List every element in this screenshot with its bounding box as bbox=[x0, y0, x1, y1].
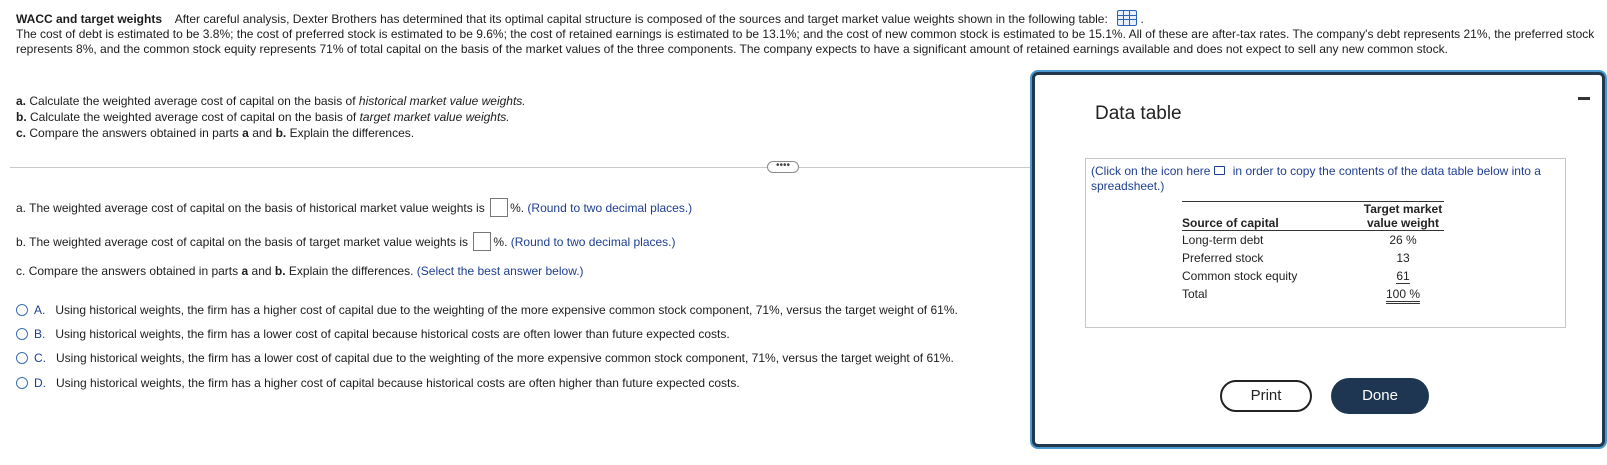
part-a-text: Calculate the weighted average cost of c… bbox=[29, 94, 356, 108]
option-c-letter: C. bbox=[34, 351, 46, 365]
option-a-text: Using historical weights, the firm has a… bbox=[55, 303, 958, 317]
question-c-prefix: c. bbox=[16, 264, 26, 278]
question-c-and: and bbox=[251, 264, 272, 278]
question-a-suffix: %. bbox=[510, 201, 525, 215]
minimize-icon[interactable] bbox=[1578, 97, 1590, 100]
part-a: a. Calculate the weighted average cost o… bbox=[16, 93, 526, 109]
option-b-letter: B. bbox=[34, 327, 46, 341]
option-b-text: Using historical weights, the firm has a… bbox=[55, 327, 730, 341]
row-weight-value: 61 bbox=[1396, 269, 1410, 284]
table-row: Long-term debt 26 % bbox=[1182, 231, 1444, 250]
question-c-text2: Explain the differences. bbox=[288, 264, 414, 278]
table-row: Preferred stock 13 bbox=[1182, 249, 1444, 267]
radio-option-b[interactable] bbox=[16, 328, 28, 340]
answer-b-input[interactable] bbox=[473, 232, 492, 251]
print-button[interactable]: Print bbox=[1220, 380, 1312, 412]
copy-note: (Click on the icon here in order to copy… bbox=[1091, 164, 1551, 194]
question-b-prefix: b. bbox=[16, 235, 27, 249]
section-divider bbox=[10, 167, 1035, 168]
part-b-emphasis: target market value weights. bbox=[359, 110, 510, 124]
col-header-weight-2: value weight bbox=[1362, 216, 1444, 231]
option-a-letter: A. bbox=[34, 303, 46, 317]
answer-a-input[interactable] bbox=[490, 198, 509, 217]
col-header-source: Source of capital bbox=[1182, 201, 1362, 231]
question-c-hint: (Select the best answer below.) bbox=[416, 264, 584, 278]
option-d-text: Using historical weights, the firm has a… bbox=[56, 376, 740, 390]
question-a-text: The weighted average cost of capital on … bbox=[29, 201, 485, 215]
question-b: b. The weighted average cost of capital … bbox=[16, 232, 676, 251]
copy-here-link[interactable]: here bbox=[1186, 164, 1210, 178]
radio-option-a[interactable] bbox=[16, 304, 28, 316]
question-a-hint: (Round to two decimal places.) bbox=[527, 201, 693, 215]
data-table: Source of capital Target market value we… bbox=[1182, 201, 1444, 304]
problem-intro: After careful analysis, Dexter Brothers … bbox=[174, 12, 1108, 26]
part-b: b. Calculate the weighted average cost o… bbox=[16, 109, 526, 125]
copy-icon[interactable] bbox=[1214, 166, 1226, 175]
radio-option-d[interactable] bbox=[16, 377, 28, 389]
part-c-b: b. bbox=[275, 126, 287, 140]
table-row: Common stock equity 61 bbox=[1182, 267, 1444, 285]
problem-paragraph: The cost of debt is estimated to be 3.8%… bbox=[16, 27, 1595, 56]
row-weight: 26 % bbox=[1389, 233, 1417, 247]
part-a-emphasis: historical market value weights. bbox=[358, 94, 526, 108]
question-c-a: a bbox=[241, 264, 249, 278]
part-c: c. Compare the answers obtained in parts… bbox=[16, 125, 526, 141]
row-source: Preferred stock bbox=[1182, 251, 1264, 265]
part-c-and: and bbox=[252, 126, 273, 140]
more-options-button[interactable]: •••• bbox=[767, 161, 799, 173]
done-button[interactable]: Done bbox=[1331, 378, 1429, 414]
option-c[interactable]: C. Using historical weights, the firm ha… bbox=[16, 351, 954, 365]
question-b-hint: (Round to two decimal places.) bbox=[510, 235, 676, 249]
parts-list: a. Calculate the weighted average cost o… bbox=[16, 93, 526, 141]
option-a[interactable]: A. Using historical weights, the firm ha… bbox=[16, 303, 958, 317]
row-weight: 13 bbox=[1396, 251, 1410, 265]
problem-title: WACC and target weights bbox=[16, 12, 163, 26]
row-source: Long-term debt bbox=[1182, 233, 1264, 247]
question-c: c. Compare the answers obtained in parts… bbox=[16, 264, 584, 278]
part-b-text: Calculate the weighted average cost of c… bbox=[30, 110, 357, 124]
dialog-title: Data table bbox=[1095, 103, 1182, 124]
row-weight: 61 bbox=[1362, 267, 1444, 285]
question-a: a. The weighted average cost of capital … bbox=[16, 198, 692, 217]
data-table-panel: (Click on the icon here in order to copy… bbox=[1085, 158, 1566, 328]
col-header-weight-1: Target market bbox=[1362, 201, 1444, 216]
data-table-icon[interactable] bbox=[1117, 10, 1138, 26]
option-d-letter: D. bbox=[34, 376, 46, 390]
option-b[interactable]: B. Using historical weights, the firm ha… bbox=[16, 327, 730, 341]
total-value: 100 % bbox=[1385, 287, 1421, 304]
problem-statement: WACC and target weights After careful an… bbox=[16, 10, 1601, 57]
question-b-text: The weighted average cost of capital on … bbox=[29, 235, 469, 249]
data-table-dialog: Data table (Click on the icon here in or… bbox=[1032, 72, 1605, 447]
total-label: Total bbox=[1182, 287, 1208, 301]
part-a-prefix: a. bbox=[16, 94, 27, 108]
option-d[interactable]: D. Using historical weights, the firm ha… bbox=[16, 376, 740, 390]
row-source: Common stock equity bbox=[1182, 269, 1298, 283]
total-cell: 100 % bbox=[1362, 285, 1444, 304]
question-c-b: b. bbox=[274, 264, 286, 278]
part-c-prefix: c. bbox=[16, 126, 27, 140]
part-c-text2: Explain the differences. bbox=[289, 126, 415, 140]
question-b-suffix: %. bbox=[493, 235, 508, 249]
part-c-a: a bbox=[242, 126, 249, 140]
table-total-row: Total 100 % bbox=[1182, 285, 1444, 304]
radio-option-c[interactable] bbox=[16, 352, 28, 364]
question-a-prefix: a. bbox=[16, 201, 27, 215]
part-b-prefix: b. bbox=[16, 110, 27, 124]
part-c-text: Compare the answers obtained in parts bbox=[29, 126, 239, 140]
copy-note-text: (Click on the icon bbox=[1091, 164, 1184, 178]
question-c-text: Compare the answers obtained in parts bbox=[28, 264, 239, 278]
option-c-text: Using historical weights, the firm has a… bbox=[56, 351, 954, 365]
